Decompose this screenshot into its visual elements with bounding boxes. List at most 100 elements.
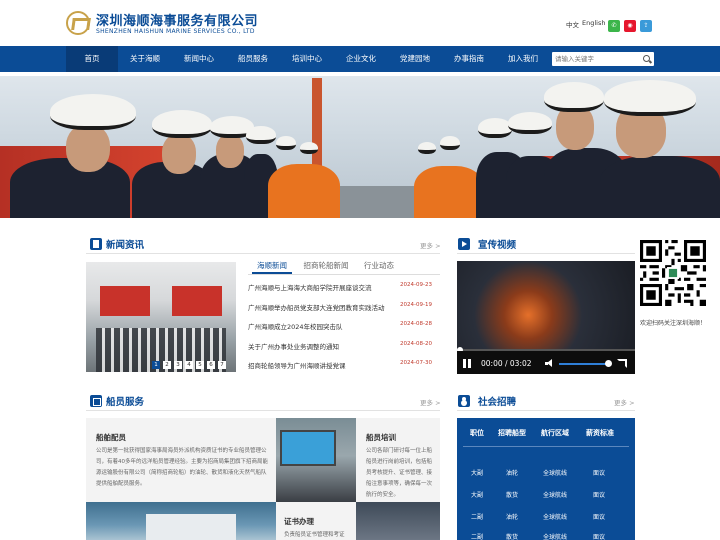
fullscreen-icon[interactable] xyxy=(617,359,627,368)
nav-item-training[interactable]: 培训中心 xyxy=(280,46,334,72)
tab-industry-news[interactable]: 行业动态 xyxy=(360,258,398,274)
service-title[interactable]: 证书办理 xyxy=(284,516,314,527)
video-section-title: 宣传视频 xyxy=(478,240,517,251)
services-section-title: 船员服务 xyxy=(106,397,145,408)
banner-crew-helmet xyxy=(418,142,436,154)
service-description: 公司是第一批获得国家海事局海员外派机构资质证书的专业船员管理公司，有着40多年的… xyxy=(96,448,268,487)
service-title[interactable]: 船舶配员 xyxy=(96,432,126,443)
nav-item-crew-services[interactable]: 船员服务 xyxy=(226,46,280,72)
company-logo-icon[interactable] xyxy=(66,11,90,35)
recruit-header-salary: 薪资标准 xyxy=(586,429,614,437)
recruit-cell[interactable]: 二副 xyxy=(471,532,483,540)
services-more-link[interactable]: 更多 > xyxy=(420,397,441,407)
news-more-link[interactable]: 更多 > xyxy=(420,240,441,250)
recruit-more-link[interactable]: 更多 > xyxy=(614,397,635,407)
volume-icon[interactable] xyxy=(545,359,553,368)
slideshow-dot[interactable]: 4 xyxy=(185,361,193,369)
recruit-cell[interactable]: 散货 xyxy=(506,532,518,540)
news-item-date: 2024-09-19 xyxy=(400,302,432,308)
recruit-cell[interactable]: 油轮 xyxy=(506,512,518,521)
weibo-icon[interactable]: ◉ xyxy=(624,20,636,32)
service-panel-manning[interactable]: 船舶配员 公司是第一批获得国家海事局海员外派机构资质证书的专业船员管理公司，有着… xyxy=(86,418,276,502)
news-slideshow-image[interactable] xyxy=(86,262,236,372)
recruit-cell[interactable]: 面议 xyxy=(593,490,605,499)
banner-officer-cap xyxy=(152,110,212,138)
nav-item-guide[interactable]: 办事指南 xyxy=(442,46,496,72)
banner-officer xyxy=(600,156,720,218)
recruit-header-position: 职位 xyxy=(470,429,484,437)
news-list-item[interactable]: 关于广州办事处业务调整的通知 2024-08-20 xyxy=(248,341,440,353)
banner-officer-cap xyxy=(246,126,276,144)
video-frame[interactable] xyxy=(457,261,635,351)
tab-haishun-news[interactable]: 海顺新闻 xyxy=(252,258,292,274)
banner-crew-orange xyxy=(268,164,340,218)
banner-crew-helmet xyxy=(276,136,296,150)
news-list-item[interactable]: 招商轮船领导为广州海顺讲授党课 2024-07-30 xyxy=(248,360,440,372)
recruit-cell[interactable]: 全球航线 xyxy=(543,490,567,499)
news-item-title[interactable]: 广州海顺成立2024年校园突击队 xyxy=(248,321,343,331)
search-input[interactable] xyxy=(555,53,637,65)
nav-item-party[interactable]: 党建园地 xyxy=(388,46,442,72)
share-icon[interactable]: ⇪ xyxy=(640,20,652,32)
nav-item-home[interactable]: 首页 xyxy=(66,46,118,72)
service-panel-training[interactable]: 船员培训 公司各部门研讨每一位上船船员进行岗前培训，包括船员考核提升、证书管理、… xyxy=(356,418,440,502)
news-item-title[interactable]: 广州海顺举办船员党支部大连党团教育实践活动 xyxy=(248,302,385,312)
lang-english-link[interactable]: English xyxy=(582,19,605,27)
news-item-date: 2024-07-30 xyxy=(400,360,432,366)
recruit-cell[interactable]: 全球航线 xyxy=(543,532,567,540)
recruit-cell[interactable]: 二副 xyxy=(471,512,483,521)
recruit-cell[interactable]: 油轮 xyxy=(506,468,518,477)
recruit-cell[interactable]: 面议 xyxy=(593,512,605,521)
company-name-en: SHENZHEN HAISHUN MARINE SERVICES CO., LT… xyxy=(96,28,255,35)
nav-item-about[interactable]: 关于海顺 xyxy=(118,46,172,72)
news-item-date: 2024-08-28 xyxy=(400,321,432,327)
news-item-title[interactable]: 关于广州办事处业务调整的通知 xyxy=(248,341,339,351)
service-title[interactable]: 船员培训 xyxy=(366,432,396,443)
news-list-item[interactable]: 广州海顺举办船员党支部大连党团教育实践活动 2024-09-19 xyxy=(248,302,440,314)
service-panel-certificates[interactable]: 证书办理 负责船员证书管理和考证 xyxy=(276,502,356,540)
slideshow-dot[interactable]: 5 xyxy=(196,361,204,369)
recruit-cell[interactable]: 全球航线 xyxy=(543,512,567,521)
recruit-cell[interactable]: 大副 xyxy=(471,490,483,499)
slideshow-dot[interactable]: 7 xyxy=(218,361,226,369)
tab-cmes-news[interactable]: 招商轮船新闻 xyxy=(298,258,354,274)
lang-chinese-link[interactable]: 中文 xyxy=(566,19,579,29)
search-icon[interactable] xyxy=(643,55,650,62)
recruit-cell[interactable]: 面议 xyxy=(593,468,605,477)
volume-slider[interactable] xyxy=(559,363,609,365)
promo-video-player[interactable]: 00:00 / 03:02 xyxy=(457,261,635,374)
recruit-cell[interactable]: 散货 xyxy=(506,490,518,499)
qr-code-image xyxy=(640,240,706,306)
recruit-cell[interactable]: 全球航线 xyxy=(543,468,567,477)
news-item-date: 2024-08-20 xyxy=(400,341,432,347)
hero-banner[interactable] xyxy=(0,76,720,218)
recruit-divider xyxy=(457,410,635,411)
nav-item-news[interactable]: 新闻中心 xyxy=(172,46,226,72)
volume-handle[interactable] xyxy=(605,360,612,367)
slideshow-dot[interactable]: 1 xyxy=(152,361,160,369)
recruit-header-area: 航行区域 xyxy=(541,429,569,437)
recruit-cell[interactable]: 大副 xyxy=(471,468,483,477)
slideshow-dot[interactable]: 2 xyxy=(163,361,171,369)
service-ship-image[interactable] xyxy=(86,502,276,540)
banner-officer-face xyxy=(216,134,244,168)
video-section-icon xyxy=(458,238,470,250)
news-list-item[interactable]: 广州海顺成立2024年校园突击队 2024-08-28 xyxy=(248,321,440,333)
news-item-title[interactable]: 招商轮船领导为广州海顺讲授党课 xyxy=(248,360,346,370)
service-training-image[interactable] xyxy=(276,418,356,502)
slideshow-dot[interactable]: 3 xyxy=(174,361,182,369)
slideshow-dot[interactable]: 6 xyxy=(207,361,215,369)
recruit-section-icon xyxy=(458,395,470,407)
nav-item-join[interactable]: 加入我们 xyxy=(496,46,550,72)
pause-icon[interactable] xyxy=(463,359,471,368)
nav-item-culture[interactable]: 企业文化 xyxy=(334,46,388,72)
news-list-item[interactable]: 广州海顺与上海海大商船学院开展座谈交流 2024-09-23 xyxy=(248,282,440,294)
banner-officer-face xyxy=(162,134,196,174)
recruit-cell[interactable]: 面议 xyxy=(593,532,605,540)
wechat-icon[interactable]: ✆ xyxy=(608,20,620,32)
news-photo-screen xyxy=(172,286,222,316)
service-description: 公司各部门研讨每一位上船船员进行岗前培训，包括船员考核提升、证书管理、接船注意事… xyxy=(366,448,433,498)
service-certificate-image[interactable] xyxy=(356,502,440,540)
company-name-cn[interactable]: 深圳海顺海事服务有限公司 xyxy=(96,10,258,29)
news-item-title[interactable]: 广州海顺与上海海大商船学院开展座谈交流 xyxy=(248,282,372,292)
